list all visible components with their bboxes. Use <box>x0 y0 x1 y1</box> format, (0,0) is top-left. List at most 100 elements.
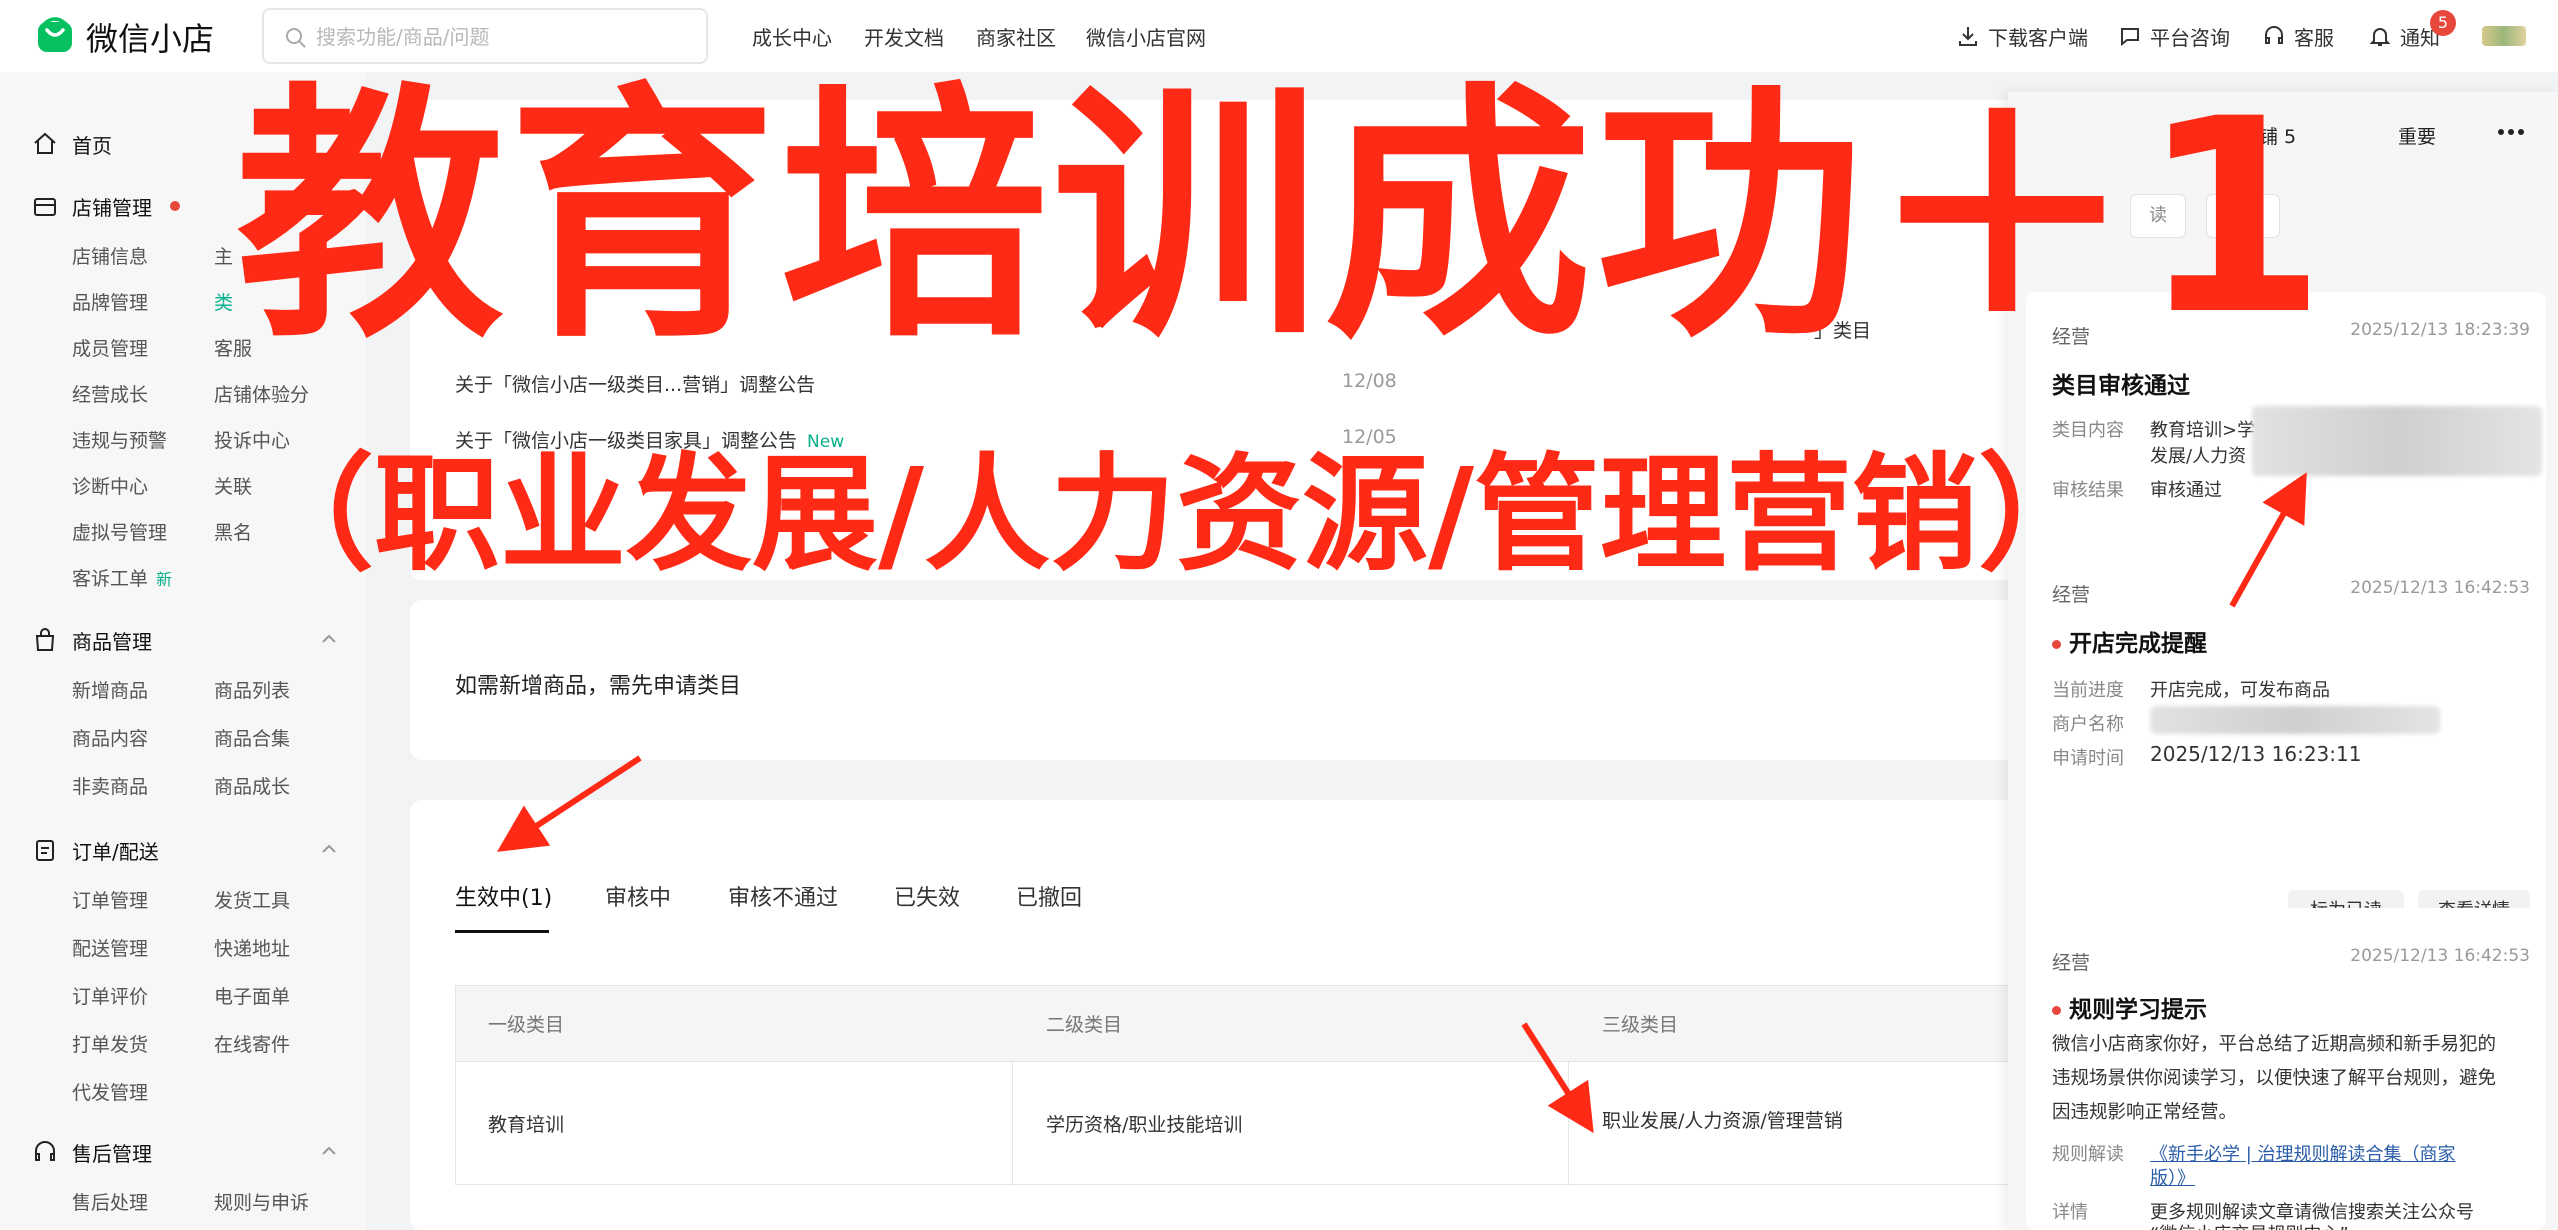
table-header <box>456 986 2016 1062</box>
message-title: 规则学习提示 <box>2052 990 2207 1024</box>
sidebar-item-experience-score[interactable]: 店铺体验分 <box>214 380 309 410</box>
field-value: “微信小店交易规则中心” <box>2150 1220 2349 1230</box>
apply-category-hint: 如需新增商品，需先申请类目 <box>455 674 742 699</box>
field-value: 开店完成，可发布商品 <box>2150 680 2330 701</box>
overlay-headline: 教育培训成功＋1 <box>236 62 2331 374</box>
tab-reviewing[interactable]: 审核中 <box>605 880 671 912</box>
search-icon <box>286 28 306 48</box>
platform-consult-button[interactable]: 平台咨询 <box>2118 20 2230 52</box>
unread-dot <box>2052 1006 2061 1015</box>
sidebar-item-rules-appeal[interactable]: 规则与申诉 <box>214 1188 309 1218</box>
sidebar-item-dropship[interactable]: 代发管理 <box>72 1078 148 1108</box>
message-time: 2025/12/13 18:23:39 <box>2350 320 2530 340</box>
chat-bubble-icon <box>2121 28 2139 47</box>
rules-article-link[interactable]: 版）》 <box>2150 1164 2195 1190</box>
chevron-up-icon[interactable] <box>318 628 340 650</box>
sidebar-item-non-sale-goods[interactable]: 非卖商品 <box>72 772 148 802</box>
sidebar-item-new-goods[interactable]: 新增商品 <box>72 676 148 706</box>
sidebar-item-e-waybill[interactable]: 电子面单 <box>214 982 290 1012</box>
download-client-button[interactable]: 下载客户端 <box>1956 20 2088 52</box>
sidebar-item-print-ship[interactable]: 打单发货 <box>72 1030 148 1060</box>
message-title: 开店完成提醒 <box>2052 624 2207 658</box>
rules-article-link[interactable]: 《新手必学 | 治理规则解读合集（商家 <box>2150 1140 2456 1166</box>
table-cell-level2: 学历资格/职业技能培训 <box>1046 1114 1243 1136</box>
more-icon[interactable] <box>2496 122 2526 142</box>
store-icon <box>34 198 56 216</box>
column-divider <box>1568 1062 1569 1186</box>
redacted-block <box>2150 706 2440 734</box>
bell-icon <box>2369 28 2391 46</box>
sidebar-item-growth[interactable]: 经营成长 <box>72 380 148 410</box>
search-box[interactable] <box>262 8 708 64</box>
sidebar-group-after-sales[interactable]: 售后管理 <box>32 1132 152 1172</box>
sidebar-item-goods-collection[interactable]: 商品合集 <box>214 724 290 754</box>
sidebar-item-shop-main[interactable]: 主 <box>214 242 233 272</box>
field-label: 商户名称 <box>2052 714 2124 735</box>
sidebar-item-order-reviews[interactable]: 订单评价 <box>72 982 148 1012</box>
nav-link-official-site[interactable]: 微信小店官网 <box>1086 22 1206 51</box>
tab-rejected[interactable]: 审核不通过 <box>728 880 838 912</box>
message-time: 2025/12/13 16:42:53 <box>2350 946 2530 966</box>
sidebar-item-linked[interactable]: 关联 <box>214 472 252 502</box>
sidebar-item-blacklist[interactable]: 黑名 <box>214 518 252 548</box>
download-client-label: 下载客户端 <box>1988 25 2088 50</box>
sidebar-item-home[interactable]: 首页 <box>32 124 112 164</box>
sidebar-item-diagnosis[interactable]: 诊断中心 <box>72 472 148 502</box>
nav-link-community[interactable]: 商家社区 <box>976 22 1056 51</box>
field-label: 规则解读 <box>2052 1144 2124 1165</box>
sidebar-item-shop-info[interactable]: 店铺信息 <box>72 242 148 272</box>
column-divider <box>1012 1062 1013 1186</box>
logo-icon[interactable] <box>36 16 74 54</box>
sidebar-item-express-address[interactable]: 快递地址 <box>214 934 290 964</box>
panel-tab-important[interactable]: 重要 <box>2398 122 2436 149</box>
message-body-line: 违规场景供你阅读学习，以便快速了解平台规则，避免 <box>2052 1068 2497 1089</box>
column-header-level1: 一级类目 <box>488 1014 565 1036</box>
nav-link-growth[interactable]: 成长中心 <box>752 22 832 51</box>
table-cell-level3: 职业发展/人力资源/管理营销 <box>1602 1110 1843 1132</box>
sidebar-item-shipping-tools[interactable]: 发货工具 <box>214 886 290 916</box>
clipboard-icon <box>36 840 54 861</box>
message-card[interactable]: 经营 2025/12/13 16:42:53 开店完成提醒 当前进度 开店完成，… <box>2026 550 2546 958</box>
field-value: 教育培训>学 <box>2150 420 2256 441</box>
sidebar-item-goods-list[interactable]: 商品列表 <box>214 676 290 706</box>
sidebar-item-members[interactable]: 成员管理 <box>72 334 148 364</box>
headset-icon <box>35 1141 55 1161</box>
sidebar-item-after-sales-handle[interactable]: 售后处理 <box>72 1188 148 1218</box>
customer-service-button[interactable]: 客服 <box>2262 20 2334 52</box>
sidebar-item-online-send[interactable]: 在线寄件 <box>214 1030 290 1060</box>
field-label: 申请时间 <box>2052 748 2124 769</box>
avatar[interactable] <box>2482 26 2526 46</box>
notification-count-badge: 5 <box>2430 10 2456 36</box>
app-name[interactable]: 微信小店 <box>86 14 214 60</box>
sidebar-item-virtual-number[interactable]: 虚拟号管理 <box>72 518 167 548</box>
sidebar-group-goods[interactable]: 商品管理 <box>32 620 152 660</box>
sidebar-group-shop[interactable]: 店铺管理 <box>32 186 180 226</box>
overlay-subheadline: （职业发展/人力资源/管理营销） <box>248 441 2105 588</box>
sidebar-item-brand[interactable]: 品牌管理 <box>72 288 148 318</box>
field-label: 详情 <box>2052 1202 2088 1223</box>
field-label: 类目内容 <box>2052 420 2124 441</box>
home-icon <box>34 132 56 154</box>
sidebar-item-goods-content[interactable]: 商品内容 <box>72 724 148 754</box>
tab-expired[interactable]: 已失效 <box>894 880 960 912</box>
notice-row-1[interactable]: 关于「微信小店一级类目...营销」调整公告 <box>455 370 815 397</box>
sidebar-item-category[interactable]: 类 <box>214 288 233 318</box>
category-table: 一级类目 二级类目 三级类目 教育培训 学历资格/职业技能培训 职业发展/人力资… <box>455 985 2016 1186</box>
sidebar-group-orders[interactable]: 订单/配送 <box>32 830 159 870</box>
search-input[interactable] <box>316 20 696 54</box>
tab-active[interactable]: 生效中(1) <box>455 880 552 912</box>
sidebar-item-complaint-tickets[interactable]: 客诉工单新 <box>72 564 172 594</box>
chevron-up-icon[interactable] <box>318 1140 340 1162</box>
sidebar-item-order-management[interactable]: 订单管理 <box>72 886 148 916</box>
chevron-up-icon[interactable] <box>318 838 340 860</box>
platform-consult-label: 平台咨询 <box>2150 25 2230 50</box>
download-icon <box>1959 27 1977 46</box>
sidebar-item-delivery[interactable]: 配送管理 <box>72 934 148 964</box>
tab-withdrawn[interactable]: 已撤回 <box>1016 880 1082 912</box>
nav-link-docs[interactable]: 开发文档 <box>864 22 944 51</box>
unread-dot <box>2052 640 2061 649</box>
message-card[interactable]: 经营 2025/12/13 16:42:53 规则学习提示 微信小店商家你好，平… <box>2026 908 2546 1230</box>
sidebar-item-goods-growth[interactable]: 商品成长 <box>214 772 290 802</box>
sidebar-item-violations[interactable]: 违规与预警 <box>72 426 167 456</box>
message-body-line: 微信小店商家你好，平台总结了近期高频和新手易犯的 <box>2052 1034 2497 1055</box>
